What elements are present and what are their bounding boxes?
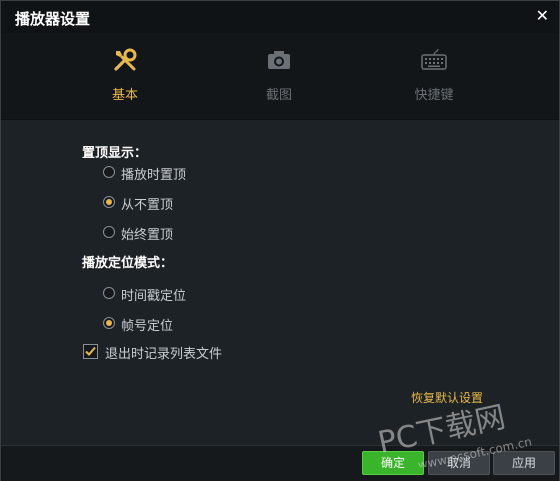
settings-content: 置顶显示： 播放时置顶 从不置顶 始终置顶 播放定位模式： 时间戳定位 帧号定位	[1, 120, 559, 445]
radio-button[interactable]	[103, 166, 115, 178]
tab-basic-label: 基本	[111, 88, 138, 103]
tab-hotkeys-label: 快捷键	[414, 88, 454, 103]
tab-basic[interactable]: 基本	[65, 33, 185, 119]
tab-bar: 基本 截图 快捷键	[1, 33, 559, 119]
tab-screenshot[interactable]: 截图	[219, 33, 339, 119]
radio-button-selected[interactable]	[103, 196, 115, 208]
camera-icon	[268, 51, 290, 69]
option-label: 播放时置顶	[121, 168, 187, 183]
dialog-title: 播放器设置	[15, 10, 91, 28]
option-label: 从不置顶	[121, 198, 174, 213]
title-bar[interactable]: 播放器设置 ✕	[1, 1, 559, 33]
option-label: 时间戳定位	[121, 289, 187, 304]
pin-top-section-title: 置顶显示：	[82, 146, 148, 161]
option-label: 始终置顶	[121, 228, 174, 243]
record-list-label: 退出时记录列表文件	[105, 347, 223, 362]
wrench-screwdriver-icon	[114, 48, 137, 71]
ok-button[interactable]: 确定	[362, 451, 424, 475]
close-icon[interactable]: ✕	[536, 6, 549, 25]
option-label: 帧号定位	[121, 319, 174, 334]
settings-dialog: 播放器设置 ✕ 基本 截图 快捷键 置顶显示： 播放时置顶 从不置顶 始终置顶 …	[0, 0, 560, 481]
restore-defaults-link[interactable]: 恢复默认设置	[411, 389, 483, 406]
cancel-button[interactable]: 取消	[428, 451, 490, 475]
keyboard-icon	[421, 48, 447, 70]
radio-button[interactable]	[103, 226, 115, 238]
checkmark-icon	[85, 346, 96, 356]
record-list-checkbox[interactable]	[83, 344, 98, 359]
radio-button[interactable]	[103, 287, 115, 299]
apply-button[interactable]: 应用	[493, 451, 555, 475]
seek-mode-section-title: 播放定位模式：	[82, 256, 174, 271]
radio-button-selected[interactable]	[103, 317, 115, 329]
dialog-footer: 确定 取消 应用	[1, 445, 559, 481]
tab-screenshot-label: 截图	[265, 88, 292, 103]
tab-hotkeys[interactable]: 快捷键	[374, 33, 494, 119]
